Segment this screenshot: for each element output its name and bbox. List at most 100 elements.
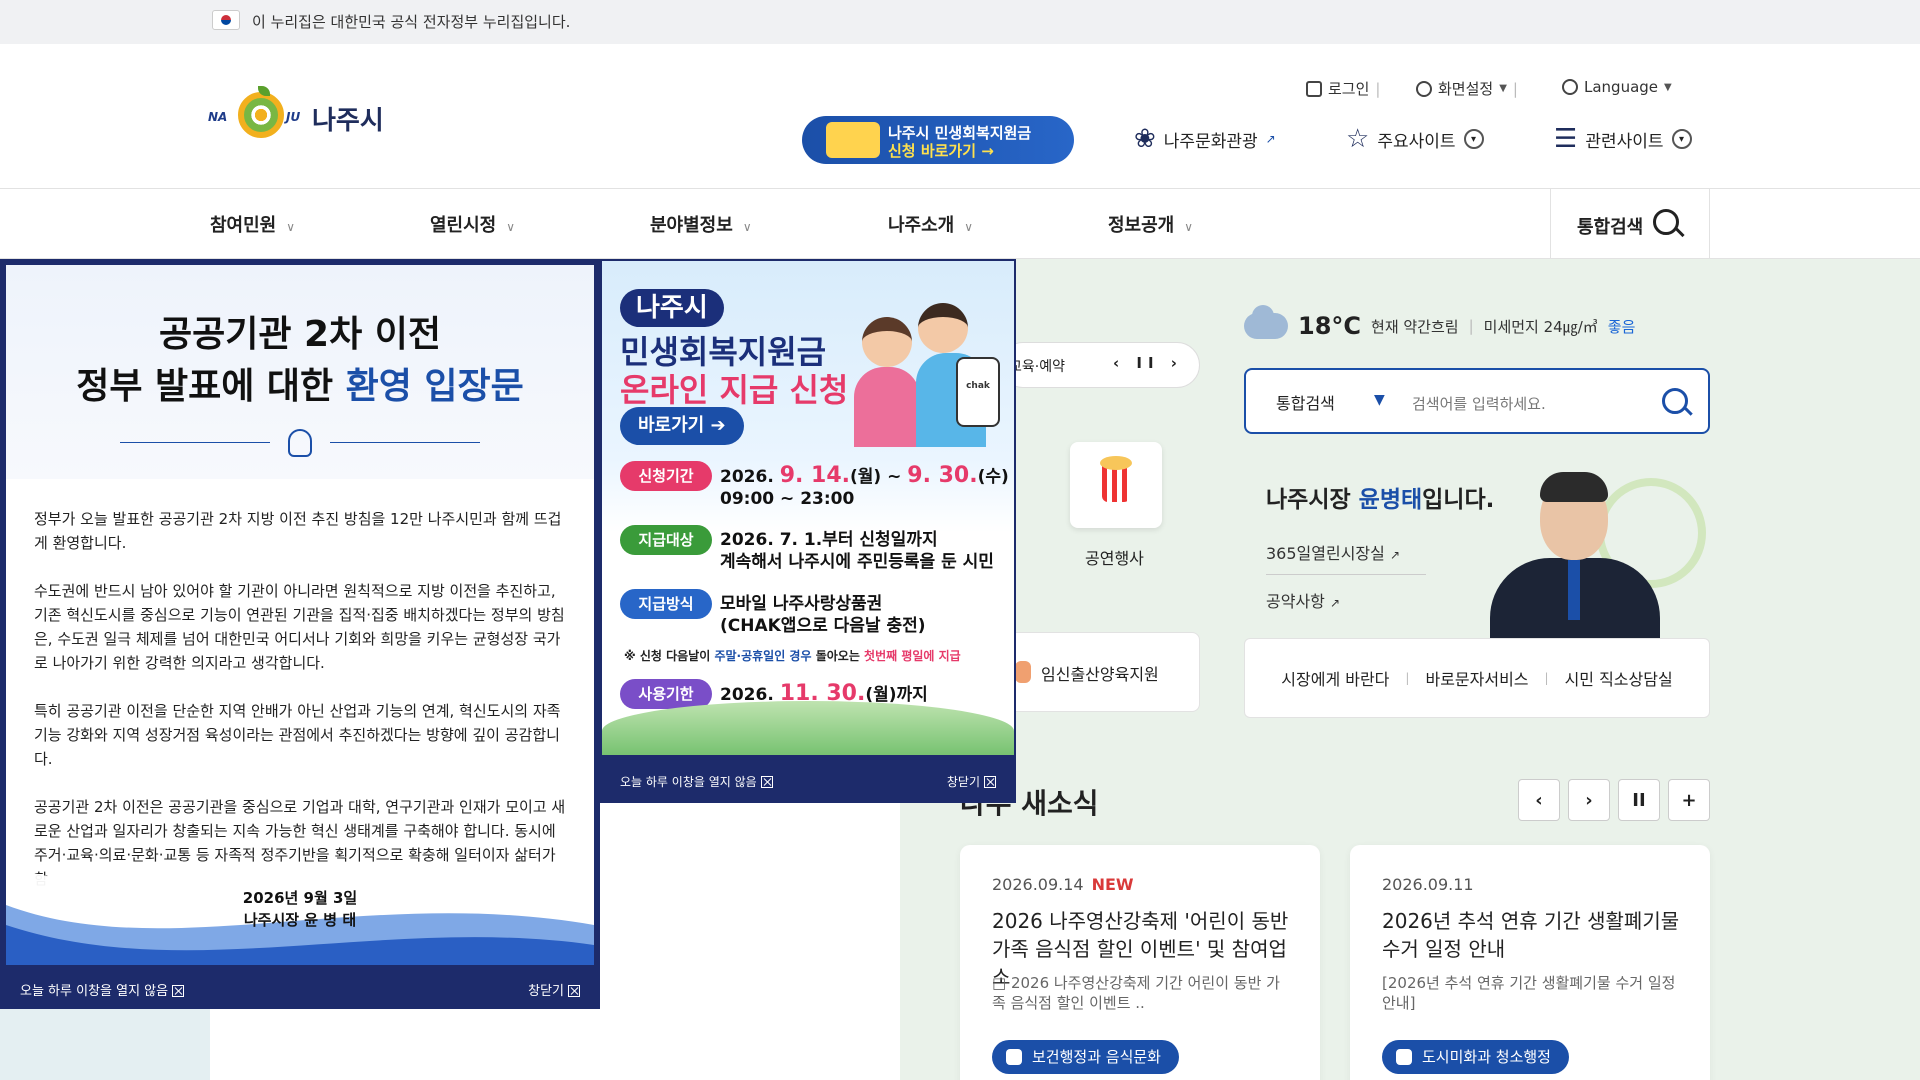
- news-card[interactable]: 2026.09.11 2026년 추석 연휴 기간 생활폐기물 수거 일정 안내…: [1350, 845, 1710, 1080]
- caret-down-icon[interactable]: ▼: [1374, 392, 1385, 408]
- row-label: 지급대상: [620, 525, 712, 555]
- relief-illustration-icon: [826, 122, 880, 158]
- chevron-down-icon: ▾: [1671, 129, 1692, 149]
- mayor-hair: [1540, 472, 1608, 502]
- pause-icon: II: [1632, 789, 1646, 811]
- news-pause-button[interactable]: II: [1618, 779, 1660, 821]
- main-search-box: 통합검색 ▼ 검색어를 입력하세요.: [1244, 368, 1710, 434]
- news-dept-tag[interactable]: 도시미화과 청소행정: [1382, 1040, 1569, 1074]
- util-separator: |: [1512, 79, 1518, 98]
- close-popup-button[interactable]: 창닫기: [947, 773, 996, 790]
- mayor-link-counsel[interactable]: 시민 직소상담실: [1565, 666, 1673, 690]
- nav-item-participation[interactable]: 참여민원 ∨: [210, 211, 295, 237]
- popup-title-line2: 정부 발표에 대한 환영 입장문: [6, 357, 594, 409]
- search-icon[interactable]: [1662, 388, 1688, 414]
- divider-left: [120, 442, 270, 443]
- chevron-left-icon: ‹: [1535, 789, 1543, 811]
- weather-temp: 18°C: [1298, 312, 1362, 340]
- news-next-button[interactable]: ›: [1568, 779, 1610, 821]
- mayor-link-request[interactable]: 시장에게 바란다: [1281, 666, 1389, 690]
- related-sites-label: 관련사이트: [1585, 131, 1664, 152]
- nav-item-field-info[interactable]: 분야별정보 ∨: [650, 211, 752, 237]
- language-label: Language: [1584, 78, 1659, 96]
- gov-banner: 이 누리집은 대한민국 공식 전자정부 누리집입니다.: [0, 0, 1920, 44]
- row-text: 2026. 7. 1.부터 신청일까지: [720, 530, 938, 550]
- news-card[interactable]: 2026.09.14 NEW 2026 나주영산강축제 '어린이 동반 가족 음식…: [960, 845, 1320, 1080]
- globe-icon: [1562, 79, 1578, 95]
- external-link-icon: ↗: [1389, 548, 1401, 562]
- tab-education-reservation[interactable]: 교육·예약: [1009, 356, 1065, 376]
- popup-brand: 나주시: [620, 289, 724, 327]
- chevron-down-icon: ∨: [742, 220, 752, 234]
- caret-down-icon: ▼: [1499, 83, 1507, 94]
- row-text: 09:00 ~ 23:00: [720, 489, 855, 509]
- link-separator: |: [1544, 671, 1549, 685]
- logo-ju: JU: [286, 110, 301, 124]
- dont-show-today-button[interactable]: 오늘 하루 이창을 열지 않음: [20, 980, 185, 999]
- new-badge: NEW: [1091, 875, 1134, 894]
- quick-link-pregnancy-support[interactable]: 임신출산양육지원: [1000, 632, 1200, 712]
- lightbulb-icon: [288, 429, 312, 457]
- popup-go-button[interactable]: 바로가기 ➔: [620, 407, 744, 445]
- caret-down-icon: ▼: [1664, 81, 1672, 93]
- note-text: ※ 신청 다음날이: [624, 649, 715, 663]
- tab-controls[interactable]: ‹ II ›: [1113, 354, 1183, 372]
- language-button[interactable]: Language ▼: [1562, 78, 1672, 96]
- quick-link-performance-label[interactable]: 공연행사: [1085, 545, 1144, 569]
- display-settings-button[interactable]: 화면설정 ▼ |: [1416, 78, 1518, 99]
- row-apply-period: 신청기간 2026. 9. 14.(월) ~ 9. 30.(수) 09:00 ~ 2…: [620, 461, 1009, 510]
- site-logo[interactable]: NA JU 나주시: [208, 86, 398, 150]
- related-sites-button[interactable]: ☰ 관련사이트 ▾: [1554, 124, 1692, 154]
- row-payment-method: 지급방식 모바일 나주사랑상품권 (CHAK앱으로 다음날 충전): [620, 589, 926, 637]
- search-input[interactable]: 검색어를 입력하세요.: [1412, 393, 1546, 414]
- close-popup-button[interactable]: 창닫기: [528, 980, 580, 999]
- news-headline[interactable]: 2026년 추석 연휴 기간 생활폐기물 수거 일정 안내: [1382, 907, 1692, 963]
- dont-show-today-button[interactable]: 오늘 하루 이창을 열지 않음: [620, 773, 773, 790]
- popup-footer: 오늘 하루 이창을 열지 않음 창닫기: [600, 755, 1016, 803]
- row-eligibility: 지급대상 2026. 7. 1.부터 신청일까지 계속해서 나주시에 주민등록을 둔…: [620, 525, 994, 573]
- main-sites-label: 주요사이트: [1377, 131, 1456, 152]
- relief-line2: 신청 바로가기 →: [888, 142, 994, 160]
- popup-title-highlight: 환영 입장문: [345, 366, 524, 407]
- news-prev-button[interactable]: ‹: [1518, 779, 1560, 821]
- culture-tourism-link[interactable]: ❀ 나주문화관광 ↗: [1134, 124, 1276, 154]
- row-label: 사용기한: [620, 679, 712, 709]
- chevron-down-icon: ∨: [964, 220, 974, 234]
- quick-link-performance[interactable]: [1070, 442, 1162, 528]
- mother-face: [862, 317, 912, 367]
- close-popup-label: 창닫기: [946, 775, 980, 789]
- main-sites-button[interactable]: ☆ 주요사이트 ▾: [1346, 124, 1484, 154]
- nav-label: 분야별정보: [650, 215, 733, 236]
- korea-flag-icon: [212, 10, 240, 30]
- nav-item-open-admin[interactable]: 열린시정 ∨: [430, 211, 515, 237]
- nav-item-about[interactable]: 나주소개 ∨: [888, 211, 973, 237]
- news-more-button[interactable]: +: [1668, 779, 1710, 821]
- news-dept-tag[interactable]: 보건행정과 음식문화: [992, 1040, 1179, 1074]
- mayor-tie: [1568, 560, 1580, 620]
- open-mayor-office-link[interactable]: 365일열린시장실 ↗: [1266, 540, 1400, 564]
- quick-tab-bar[interactable]: 교육·예약 ‹ II ›: [1000, 342, 1200, 388]
- popup-content[interactable]: 나주시 민생회복지원금 온라인 지급 신청 바로가기 ➔ chak 신청기간 20…: [602, 261, 1014, 755]
- mayor-link-sms[interactable]: 바로문자서비스: [1425, 666, 1528, 690]
- popup-content[interactable]: 공공기관 2차 이전 정부 발표에 대한 환영 입장문 정부가 오늘 발표한 공…: [6, 265, 594, 965]
- util-separator: |: [1375, 79, 1381, 98]
- search-category-select[interactable]: 통합검색: [1276, 390, 1335, 414]
- gov-banner-text[interactable]: 이 누리집은 대한민국 공식 전자정부 누리집입니다.: [252, 11, 570, 32]
- mayor-title-prefix: 나주시장: [1266, 487, 1359, 513]
- pledges-link[interactable]: 공약사항 ↗: [1266, 588, 1340, 612]
- popup-title-text: 정부 발표에 대한: [76, 366, 346, 407]
- dust-level: 좋음: [1607, 317, 1636, 336]
- nav-item-disclosure[interactable]: 정보공개 ∨: [1108, 211, 1193, 237]
- search-icon: [1653, 209, 1679, 235]
- mayor-title: 나주시장 윤병태입니다.: [1266, 480, 1494, 514]
- relief-fund-banner[interactable]: 나주시 민생회복지원금 신청 바로가기 →: [802, 116, 1074, 164]
- integrated-search-button[interactable]: 통합검색: [1550, 189, 1710, 259]
- login-link[interactable]: 로그인 |: [1306, 78, 1380, 99]
- row-value: 2026. 9. 14.(월) ~ 9. 30.(수) 09:00 ~ 23:00: [720, 461, 1009, 510]
- row-label: 신청기간: [620, 461, 712, 491]
- close-icon: [984, 776, 996, 788]
- logo-ring-icon: [238, 92, 284, 138]
- popup-relocation-statement: 공공기관 2차 이전 정부 발표에 대한 환영 입장문 정부가 오늘 발표한 공…: [0, 259, 600, 1009]
- news-date: 2026.09.11: [1382, 875, 1474, 894]
- note-highlight: 주말·공휴일인 경우: [714, 649, 812, 663]
